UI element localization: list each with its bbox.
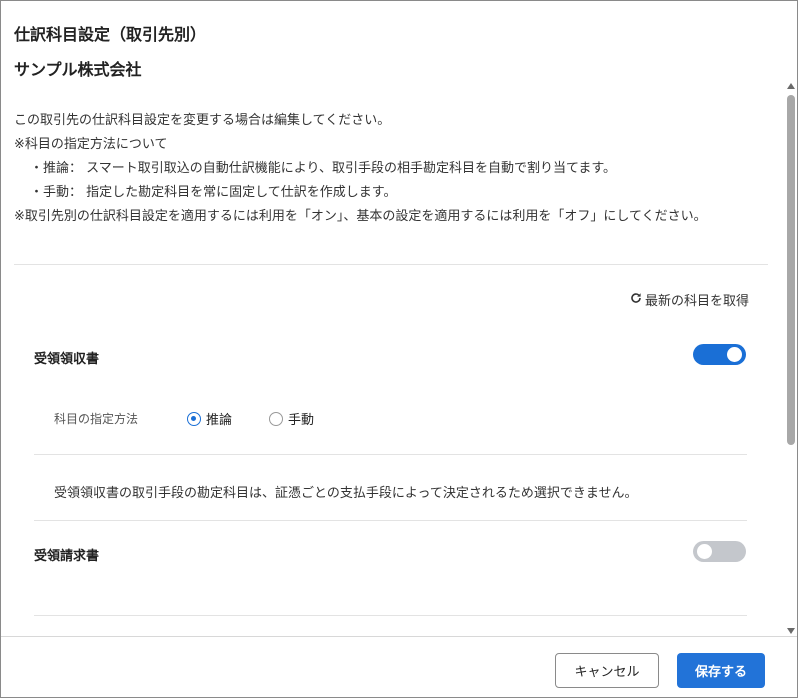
settings-dialog: 仕訳科目設定（取引先別） サンプル株式会社 この取引先の仕訳科目設定を変更する場… — [0, 0, 798, 698]
divider — [34, 454, 747, 455]
description-line: ※科目の指定方法について — [14, 137, 168, 152]
company-name: サンプル株式会社 — [14, 60, 142, 79]
receipt-section-label: 受領領収書 — [34, 352, 100, 367]
divider — [34, 615, 747, 616]
invoice-toggle[interactable] — [693, 541, 746, 562]
radio-inference[interactable]: 推論 — [187, 409, 232, 428]
save-button[interactable]: 保存する — [677, 653, 765, 688]
cancel-button[interactable]: キャンセル — [555, 653, 659, 688]
method-label: 科目の指定方法 — [54, 412, 139, 426]
description-line: この取引先の仕訳科目設定を変更する場合は編集してください。 — [14, 113, 391, 128]
dialog-footer: キャンセル 保存する — [1, 636, 797, 697]
receipt-toggle[interactable] — [693, 344, 746, 365]
scrollbar[interactable] — [784, 81, 797, 636]
radio-manual-label: 手動 — [288, 413, 315, 428]
scroll-up-arrow-icon[interactable] — [787, 83, 795, 89]
radio-manual[interactable]: 手動 — [269, 409, 314, 428]
receipt-note: 受領領収書の取引手段の勘定科目は、証憑ごとの支払手段によって決定されるため選択で… — [54, 486, 638, 501]
description-line: ※取引先別の仕訳科目設定を適用するには利用を「オン」、基本の設定を適用するには利… — [14, 209, 707, 224]
toggle-knob — [727, 347, 742, 362]
invoice-section-label: 受領請求書 — [34, 549, 100, 564]
radio-inference-label: 推論 — [206, 413, 233, 428]
refresh-label: 最新の科目を取得 — [644, 294, 749, 309]
refresh-accounts-link[interactable]: 最新の科目を取得 — [630, 290, 749, 309]
scrollbar-thumb[interactable] — [787, 95, 795, 445]
toggle-knob — [697, 544, 712, 559]
refresh-icon — [630, 292, 642, 308]
divider — [14, 264, 768, 265]
dialog-title: 仕訳科目設定（取引先別） — [14, 25, 207, 44]
description-line: ・推論： スマート取引取込の自動仕訳機能により、取引手段の相手勘定科目を自動で割… — [30, 161, 617, 176]
description-line: ・手動： 指定した勘定科目を常に固定して仕訳を作成します。 — [30, 185, 397, 200]
scroll-down-arrow-icon[interactable] — [787, 628, 795, 634]
divider — [34, 520, 747, 521]
description: この取引先の仕訳科目設定を変更する場合は編集してください。 ※科目の指定方法につ… — [14, 109, 774, 229]
radio-unchecked-icon — [269, 411, 283, 426]
radio-checked-icon — [187, 411, 201, 426]
